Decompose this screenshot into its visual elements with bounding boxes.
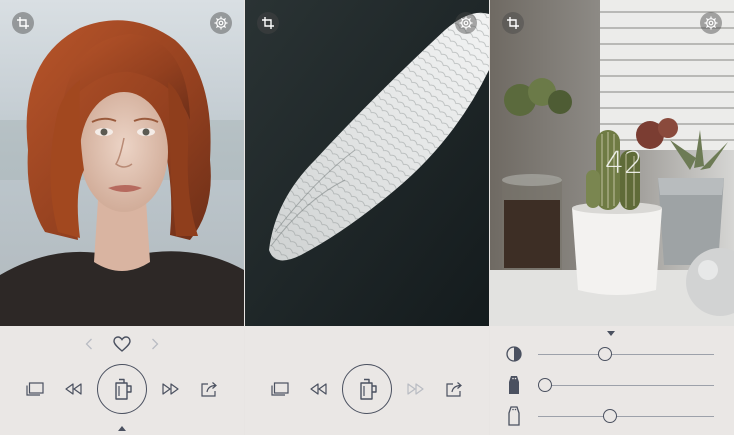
camera-screen-portrait [0,0,244,435]
shutter-button[interactable] [97,364,147,414]
film-canister-icon [115,378,132,400]
previous-filter-button[interactable] [82,334,96,354]
shots-remaining-counter: 42 [604,146,644,181]
fast-forward-button[interactable] [160,380,182,398]
crop-button[interactable] [12,12,34,34]
drawer-down-indicator[interactable] [607,331,615,336]
camera-screen-cactus: 42 [490,0,734,435]
photo-preview-portrait[interactable] [0,0,244,326]
crop-icon [507,17,519,29]
fast-forward-icon [407,383,424,395]
salt-shaker-icon [509,376,519,394]
photo-preview-shell[interactable] [245,0,489,326]
fast-forward-icon [162,383,179,395]
share-button[interactable] [444,379,466,399]
gallery-button[interactable] [269,380,291,398]
contrast-icon [506,346,522,362]
share-icon [446,382,462,397]
crop-icon [262,17,274,29]
gallery-stack-icon [26,382,44,396]
crop-button[interactable] [502,12,524,34]
gear-icon [704,16,718,30]
next-filter-button[interactable] [148,334,162,354]
favorite-button[interactable] [111,333,133,355]
fade-slider-track[interactable] [538,416,714,417]
rewind-button[interactable] [307,380,329,398]
film-canister-icon [360,378,377,400]
gear-icon [459,16,473,30]
grain-slider-knob[interactable] [538,378,552,392]
control-panel-shell [245,326,489,435]
grain-adjustment-icon-wrap [504,374,524,396]
rewind-button[interactable] [62,380,84,398]
share-button[interactable] [199,379,221,399]
fade-slider-knob[interactable] [602,409,617,423]
contrast-adjustment-icon-wrap [504,344,524,364]
heart-icon [113,336,131,352]
photo-preview-cactus[interactable]: 42 [490,0,734,326]
rewind-icon [65,383,82,395]
crop-icon [17,17,29,29]
gallery-stack-icon [271,382,289,396]
app-screens: 42 [0,0,734,435]
drawer-up-indicator[interactable] [118,426,126,431]
gallery-button[interactable] [24,380,46,398]
contrast-slider-knob[interactable] [597,347,612,361]
settings-button[interactable] [210,12,232,34]
fast-forward-button[interactable] [405,380,427,398]
chevron-right-icon [152,338,159,350]
fade-adjustment-icon-wrap [504,405,524,427]
contrast-slider-track[interactable] [538,354,714,355]
rewind-icon [310,383,327,395]
grain-slider-track[interactable] [538,385,714,386]
crop-button[interactable] [257,12,279,34]
shaker-icon [508,406,520,426]
settings-button[interactable] [700,12,722,34]
control-panel-portrait [0,326,244,435]
camera-screen-shell [245,0,489,435]
share-icon [201,382,217,397]
settings-button[interactable] [455,12,477,34]
adjustments-panel [490,326,734,435]
chevron-left-icon [85,338,92,350]
gear-icon [214,16,228,30]
shutter-button[interactable] [342,364,392,414]
